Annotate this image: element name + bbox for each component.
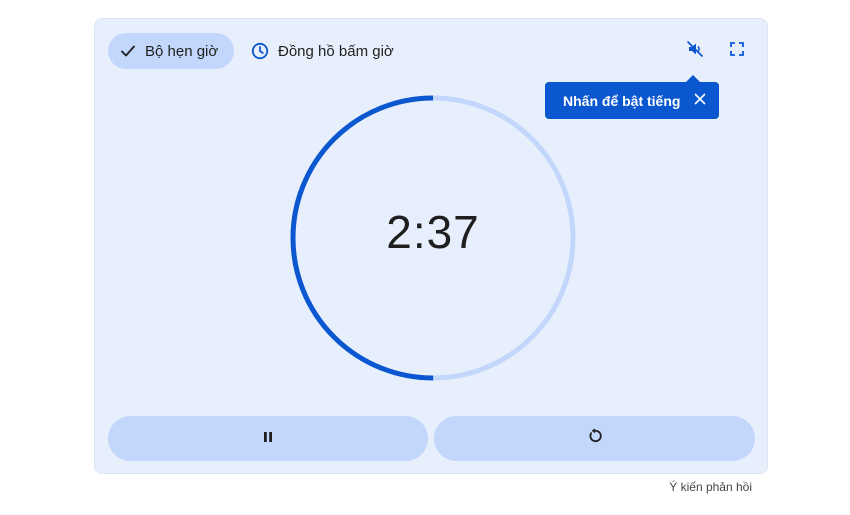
mute-toggle-button[interactable]	[683, 39, 707, 63]
tab-timer[interactable]: Bộ hẹn giờ	[108, 33, 234, 69]
close-icon	[694, 92, 706, 108]
tooltip-text: Nhấn để bật tiếng	[563, 92, 681, 109]
page: Bộ hẹn giờ Đồng hồ bấm giờ Nhấn để bật t…	[0, 0, 850, 515]
timer-card: Bộ hẹn giờ Đồng hồ bấm giờ Nhấn để bật t…	[94, 18, 768, 474]
tab-timer-label: Bộ hẹn giờ	[145, 42, 219, 60]
clock-icon	[251, 42, 269, 60]
fullscreen-button[interactable]	[725, 39, 749, 63]
timer-display: 2:37	[386, 206, 480, 258]
check-icon	[120, 43, 136, 59]
pause-icon	[262, 430, 274, 448]
tab-stopwatch[interactable]: Đồng hồ bấm giờ	[245, 33, 394, 69]
tooltip-close-button[interactable]	[691, 91, 709, 109]
feedback-link[interactable]: Ý kiến phản hồi	[669, 480, 752, 494]
reset-button[interactable]	[434, 416, 755, 461]
pause-button[interactable]	[108, 416, 428, 461]
fullscreen-icon	[730, 41, 744, 61]
reset-icon	[587, 428, 603, 449]
tab-stopwatch-label: Đồng hồ bấm giờ	[278, 42, 394, 60]
volume-off-icon	[686, 40, 704, 63]
